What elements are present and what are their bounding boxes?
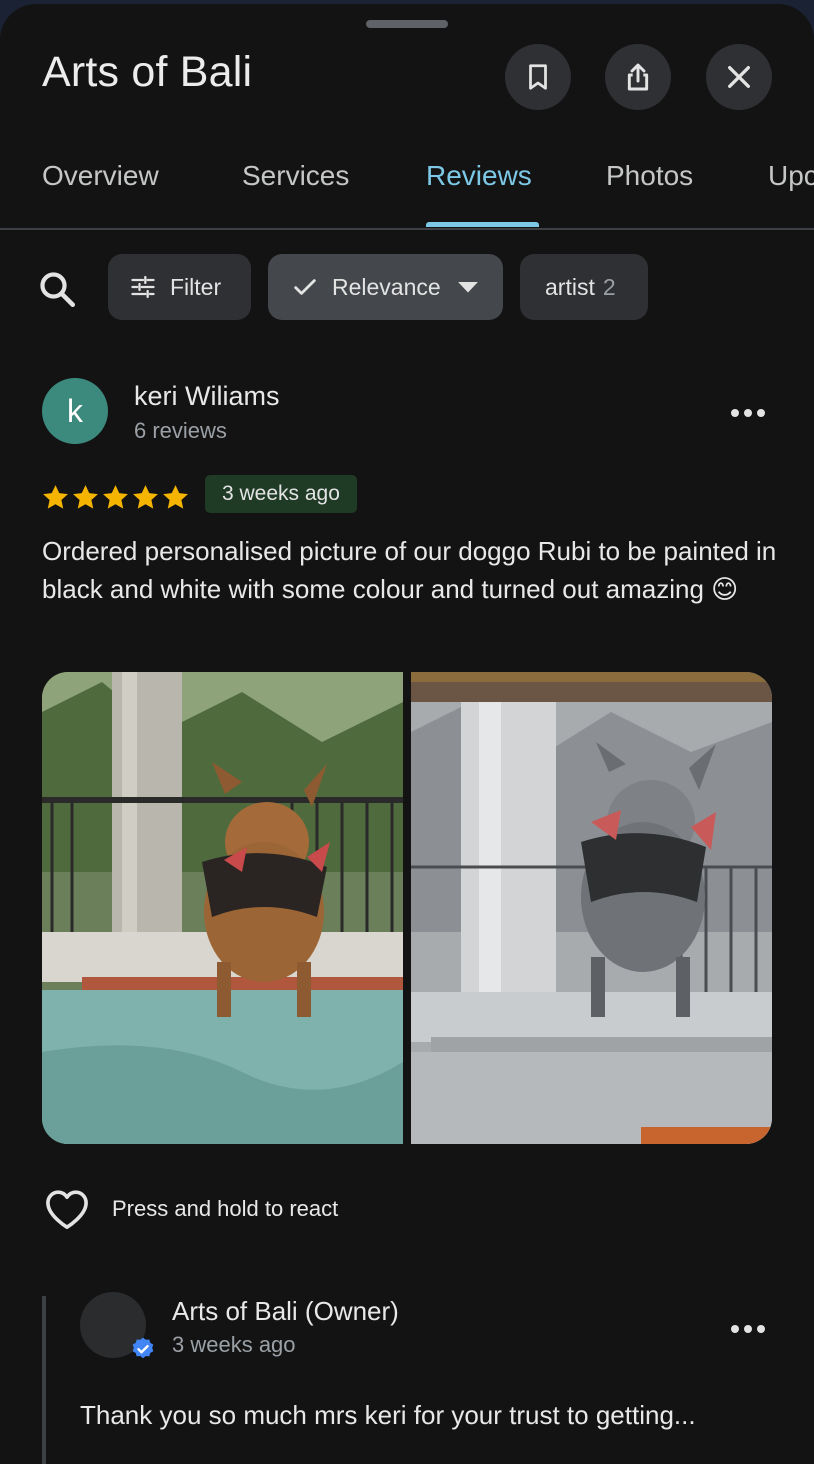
save-button[interactable] xyxy=(505,44,571,110)
avatar[interactable]: k xyxy=(42,378,108,444)
topic-label: artist xyxy=(545,273,595,300)
share-button[interactable] xyxy=(605,44,671,110)
star-icon xyxy=(133,485,158,509)
review-text: Ordered personalised picture of our dogg… xyxy=(42,536,777,604)
review-photo[interactable] xyxy=(411,672,772,1144)
search-icon[interactable] xyxy=(36,268,78,310)
more-dot xyxy=(757,1325,765,1333)
tab-bar: Overview Services Reviews Photos Upc xyxy=(0,154,814,228)
bookmark-icon xyxy=(529,64,547,90)
close-icon xyxy=(728,66,750,88)
reviewer-name[interactable]: keri Wiliams xyxy=(134,381,280,412)
review-more-button[interactable] xyxy=(723,398,773,428)
star-icon xyxy=(43,485,68,509)
share-icon xyxy=(627,63,649,91)
tab-overview[interactable]: Overview xyxy=(42,160,159,192)
star-icon xyxy=(103,485,128,509)
more-dot xyxy=(731,1325,739,1333)
more-dot xyxy=(744,409,752,417)
active-tab-indicator xyxy=(426,222,539,227)
tab-services[interactable]: Services xyxy=(242,160,349,192)
close-button[interactable] xyxy=(706,44,772,110)
place-title: Arts of Bali xyxy=(42,48,253,96)
react-hint: Press and hold to react xyxy=(112,1196,339,1221)
review-time-badge: 3 weeks ago xyxy=(205,475,357,513)
divider xyxy=(0,228,814,230)
more-dot xyxy=(731,409,739,417)
more-dot xyxy=(757,409,765,417)
star-rating xyxy=(41,483,190,512)
topic-count: 2 xyxy=(602,273,616,300)
sort-chip[interactable]: Relevance xyxy=(268,254,503,320)
owner-reply-text[interactable]: Thank you so much mrs keri for your trus… xyxy=(80,1400,696,1431)
filter-label: Filter xyxy=(170,273,222,300)
star-icon xyxy=(163,485,188,509)
tab-reviews[interactable]: Reviews xyxy=(426,160,532,192)
heart-icon[interactable] xyxy=(44,1188,90,1230)
check-icon xyxy=(294,279,316,295)
tab-updates[interactable]: Upc xyxy=(768,160,814,192)
drag-handle[interactable] xyxy=(366,20,448,28)
tab-photos[interactable]: Photos xyxy=(606,160,693,192)
reply-indicator-bar xyxy=(42,1296,46,1464)
more-dot xyxy=(744,1325,752,1333)
sort-label: Relevance xyxy=(332,273,441,300)
dog-painting-image xyxy=(411,672,772,1144)
star-icon xyxy=(73,485,98,509)
verified-badge-icon xyxy=(132,1337,154,1359)
review-photo[interactable] xyxy=(42,672,403,1144)
reviewer-review-count: 6 reviews xyxy=(134,418,227,443)
chevron-down-icon xyxy=(457,282,478,293)
owner-reply-more-button[interactable] xyxy=(723,1314,773,1344)
filter-chip[interactable]: Filter xyxy=(108,254,251,320)
owner-name: Arts of Bali (Owner) xyxy=(172,1296,399,1326)
owner-reply-time: 3 weeks ago xyxy=(172,1332,296,1357)
react-row[interactable]: Press and hold to react xyxy=(44,1188,338,1230)
topic-chip-artist[interactable]: artist 2 xyxy=(520,254,648,320)
dog-photo-image xyxy=(42,672,403,1144)
place-sheet: Arts of Bali Overview Services Reviews P… xyxy=(0,4,814,1464)
tune-icon xyxy=(131,275,155,299)
